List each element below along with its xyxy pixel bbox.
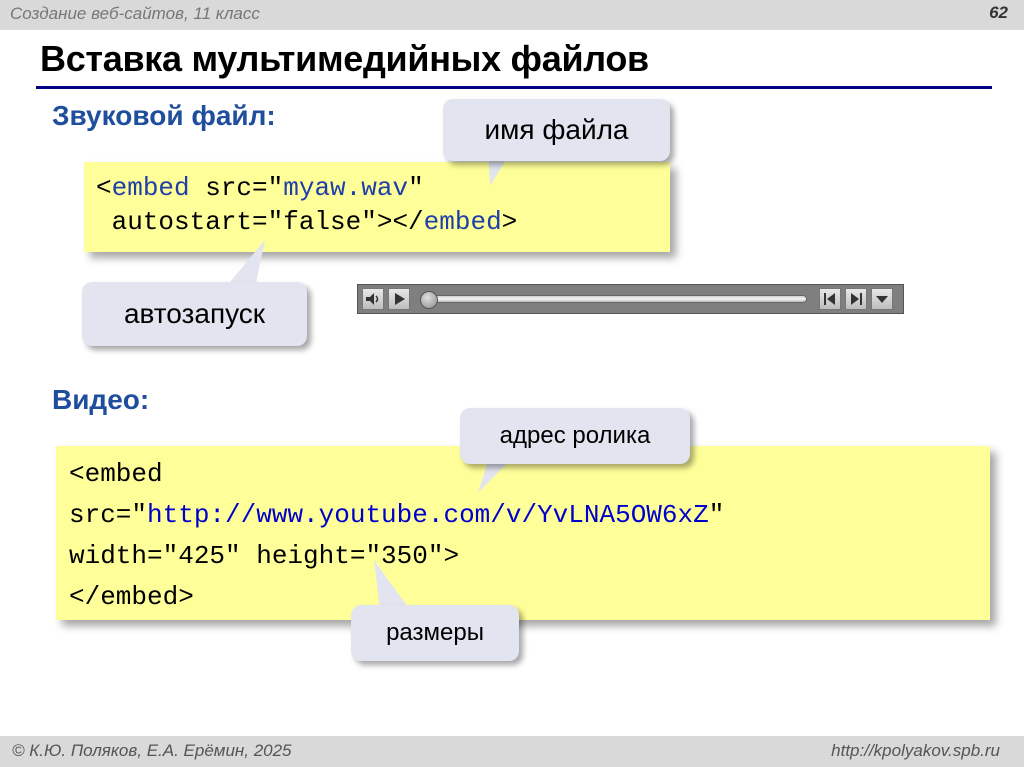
code-token: < bbox=[96, 173, 112, 203]
code-token: src=" bbox=[189, 173, 284, 203]
code-token: " bbox=[708, 500, 725, 530]
video-heading: Видео: bbox=[52, 384, 150, 415]
bubble-sizes: размеры bbox=[351, 605, 519, 661]
slide-number: 62 bbox=[989, 3, 1008, 22]
forward-icon bbox=[851, 293, 862, 305]
rewind-button[interactable] bbox=[819, 288, 841, 310]
bubble-autostart-label: автозапуск bbox=[123, 298, 266, 329]
forward-button[interactable] bbox=[845, 288, 867, 310]
footer-author: © К.Ю. Поляков, Е.А. Ерёмин, 2025 bbox=[12, 741, 292, 760]
footer-bar: © К.Ю. Поляков, Е.А. Ерёмин, 2025 http:/… bbox=[0, 736, 1024, 767]
code-token-tag: embed bbox=[111, 173, 190, 203]
options-button[interactable] bbox=[871, 288, 893, 310]
code-token: > bbox=[501, 207, 518, 237]
bubble-autostart: автозапуск bbox=[82, 282, 307, 346]
bubble-filename-label: имя файла bbox=[484, 114, 629, 145]
code-token-tag: embed bbox=[423, 207, 502, 237]
bubble-sizes-label: размеры bbox=[386, 619, 484, 646]
code-token-url: http://www.youtube.com/v/YvLNA5OW6xZ bbox=[147, 500, 709, 530]
volume-icon bbox=[366, 293, 379, 305]
code-token: src=" bbox=[69, 500, 148, 530]
audio-player bbox=[357, 284, 904, 314]
bubble-address: адрес ролика bbox=[460, 408, 690, 464]
video-code-line-2: src="http://www.youtube.com/v/YvLNA5OW6x… bbox=[69, 495, 990, 536]
seek-knob[interactable] bbox=[420, 291, 438, 309]
bubble-filename: имя файла bbox=[443, 99, 670, 161]
audio-code-line-2: autostart="false"></embed> bbox=[96, 205, 670, 239]
header-bar: Создание веб-сайтов, 11 класс 62 bbox=[0, 0, 1024, 30]
audio-code-line-1: <embed src="myaw.wav" bbox=[96, 171, 670, 205]
slide-title: Вставка мультимедийных файлов bbox=[40, 38, 649, 79]
bubble-tail-sizes bbox=[374, 560, 410, 610]
code-token: autostart="false"></ bbox=[96, 207, 424, 237]
video-code-line-4: </embed> bbox=[69, 577, 990, 618]
code-token-value: myaw.wav bbox=[283, 173, 409, 203]
audio-heading: Звуковой файл: bbox=[52, 100, 276, 131]
volume-button[interactable] bbox=[362, 288, 384, 310]
title-underline bbox=[36, 86, 992, 89]
code-token: <embed bbox=[69, 459, 163, 489]
rewind-icon bbox=[824, 293, 835, 305]
bubble-address-label: адрес ролика bbox=[499, 422, 651, 449]
video-code-line-3: width="425" height="350"> bbox=[69, 536, 990, 577]
dropdown-icon bbox=[876, 296, 888, 303]
footer-site-link[interactable]: http://kpolyakov.spb.ru bbox=[831, 741, 1000, 761]
bubble-tail-autostart bbox=[225, 240, 265, 288]
code-token: </embed> bbox=[69, 582, 194, 612]
code-token: " bbox=[408, 173, 424, 203]
course-label: Создание веб-сайтов, 11 класс bbox=[10, 4, 260, 23]
seek-track[interactable] bbox=[424, 295, 807, 303]
audio-code-block: <embed src="myaw.wav" autostart="false">… bbox=[84, 162, 670, 252]
play-button[interactable] bbox=[388, 288, 410, 310]
play-icon bbox=[395, 293, 405, 305]
